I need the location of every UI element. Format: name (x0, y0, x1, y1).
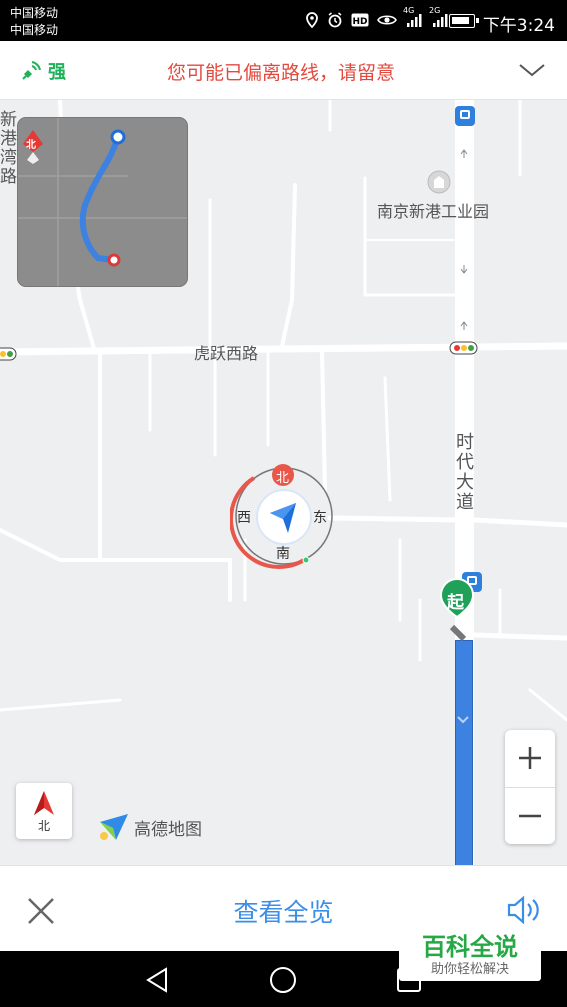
network-type-1: 4G (403, 6, 415, 15)
map-view[interactable]: 新港湾路 北 南京新港工业园 虎跃西路 时代大道 北 南 东 西 起 北 高德地… (0, 100, 567, 865)
route-direction-chevron-icon (457, 716, 469, 724)
current-location-arrow-icon (256, 489, 312, 545)
gps-strength-label: 强 (48, 62, 66, 83)
compass-west-label: 西 (237, 510, 251, 526)
traffic-light-icon-left (0, 347, 17, 361)
status-time: 下午3:24 (482, 16, 555, 36)
amap-logo-icon (100, 814, 128, 840)
compass-south-label: 南 (276, 546, 290, 562)
collapse-chevron-icon[interactable] (517, 57, 547, 83)
zoom-controls (505, 730, 555, 844)
gps-signal: 强 (20, 58, 66, 84)
eye-icon (377, 13, 397, 31)
zoom-in-button[interactable] (505, 730, 555, 787)
watermark-subtitle: 助你轻松解决 (430, 962, 509, 977)
view-overview-button[interactable]: 查看全览 (0, 893, 567, 929)
north-up-button[interactable]: 北 (16, 783, 72, 839)
road-label-shidai-dadao: 时代大道 (453, 432, 474, 512)
traffic-light-icon (449, 341, 478, 355)
compass-north-label: 北 (276, 471, 290, 486)
carrier-1: 中国移动 (10, 6, 59, 20)
route-line (455, 640, 473, 865)
svg-text:HD: HD (352, 17, 367, 27)
signal-icon-1: 4G (403, 6, 423, 32)
hd-icon: HD (351, 13, 369, 31)
off-route-warning-bar: 强 您可能已偏离路线，请留意 (0, 41, 567, 100)
status-icons: HD 4G 2G (305, 6, 449, 32)
carrier-2: 中国移动 (10, 23, 59, 37)
home-icon[interactable] (268, 965, 298, 995)
alarm-icon (327, 12, 343, 32)
start-marker-label: 起 (447, 593, 464, 613)
status-bar: 中国移动 中国移动 HD 4G 2G 下午3:24 (0, 0, 567, 41)
back-icon[interactable] (142, 965, 172, 995)
north-button-label: 北 (37, 819, 50, 833)
zoom-out-button[interactable] (505, 787, 555, 845)
signal-icon-2: 2G (429, 6, 449, 32)
location-icon (305, 12, 319, 32)
compass-east-label: 东 (313, 510, 327, 526)
battery-icon (449, 14, 479, 28)
network-type-2: 2G (429, 6, 441, 15)
off-route-message: 您可能已偏离路线，请留意 (167, 62, 396, 84)
minimap-north-label: 北 (26, 140, 36, 151)
satellite-icon (22, 61, 41, 80)
poi-industrial-park[interactable]: 南京新港工业园 (377, 198, 489, 222)
amap-logo-text: 高德地图 (134, 819, 202, 840)
bus-stop-icon[interactable] (455, 106, 475, 126)
road-label-huyue-xilu: 虎跃西路 (194, 344, 259, 363)
north-arrow-icon (34, 791, 54, 815)
amap-logo: 高德地图 (98, 812, 202, 842)
speaker-icon[interactable] (507, 894, 543, 926)
road-label-left-edge: 新港湾路 (0, 110, 16, 186)
industrial-park-icon (427, 170, 451, 194)
watermark-title: 百科全说 (422, 933, 518, 961)
watermark-badge: 百科全说 助你轻松解决 (399, 925, 541, 981)
